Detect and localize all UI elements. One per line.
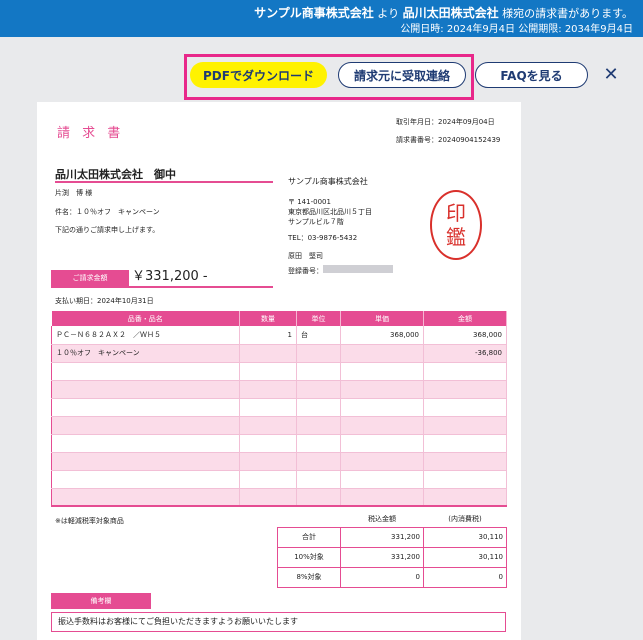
close-icon[interactable]: ✕ (601, 64, 621, 85)
table-row-empty (51, 380, 507, 399)
transaction-date-value: 2024年09月04日 (438, 118, 495, 126)
totals-col2-header: (内消費税) (448, 514, 482, 523)
invoice-number-value: 20240904152439 (438, 136, 501, 144)
table-header-row: 品番・品名 数量 単位 単価 金額 (51, 311, 507, 326)
publish-until: 2034年9月4日 (564, 24, 633, 35)
amount-underline (51, 286, 273, 288)
invoice-document: 請 求 書 取引年月日：2024年09月04日 請求書番号：2024090415… (37, 102, 521, 640)
totals-label: 10%対象 (277, 546, 341, 568)
table-row-empty (51, 488, 507, 507)
col-header-item: 品番・品名 (51, 311, 240, 326)
cell-qty: 1 (239, 326, 297, 345)
totals-col1-header: 税込金額 (368, 514, 396, 523)
col-header-qty: 数量 (239, 311, 297, 326)
recipient-name: 品川太田株式会社 (402, 6, 499, 20)
cell-price (340, 344, 424, 363)
header-message: サンプル商事株式会社 より 品川太田株式会社 様宛の請求書があります。 (254, 4, 633, 21)
totals-tax: 30,110 (423, 546, 507, 568)
totals-label: 8%対象 (277, 566, 341, 588)
subject-label: 件名： (55, 208, 76, 216)
publish-until-label: 公開期限: (518, 24, 562, 35)
totals-tax: 0 (423, 566, 507, 588)
remarks-label: 備考欄 (51, 593, 151, 609)
totals-amount: 0 (340, 566, 424, 588)
sender-name: サンプル商事株式会社 (254, 6, 374, 20)
due-date-value: 2024年10月31日 (97, 297, 154, 305)
transaction-date-label: 取引年月日： (396, 118, 438, 126)
table-row: ＰＣ－Ｎ６８２ＡＸ２ ／ＷＨ５ 1 台 368,000 368,000 (51, 326, 507, 345)
notification-header: サンプル商事株式会社 より 品川太田株式会社 様宛の請求書があります。 公開日時… (0, 0, 643, 37)
issuer-postal: 〒 141-0001 (288, 198, 331, 206)
table-row-empty (51, 434, 507, 453)
cell-amount: 368,000 (423, 326, 507, 345)
amount-value: ￥331,200 - (132, 269, 208, 284)
cell-unit: 台 (296, 326, 341, 345)
issuer-name: サンプル商事株式会社 (288, 177, 368, 186)
cell-qty (239, 344, 297, 363)
client-underline (55, 181, 273, 183)
table-row-empty (51, 398, 507, 417)
col-header-price: 単価 (340, 311, 424, 326)
cell-price: 368,000 (340, 326, 424, 345)
totals-amount: 331,200 (340, 526, 424, 548)
table-row: １０％オフ キャンペーン -36,800 (51, 344, 507, 363)
table-row-empty (51, 470, 507, 489)
due-date-label: 支払い期日： (55, 297, 97, 305)
publish-info: 公開日時: 2024年9月4日 公開期限: 2034年9月4日 (400, 20, 633, 35)
totals-row: 合計 331,200 30,110 (277, 526, 507, 548)
cell-item: ＰＣ－Ｎ６８２ＡＸ２ ／ＷＨ５ (51, 326, 240, 345)
issuer-tel: TEL：03-9876-5432 (288, 234, 358, 242)
amount-label: ご請求金額 (51, 270, 129, 286)
issuer-address1: 東京都品川区北品川５丁目 (288, 208, 372, 216)
invoice-title: 請 求 書 (57, 126, 125, 141)
due-date: 支払い期日：2024年10月31日 (55, 296, 154, 306)
registration-number-redacted (323, 265, 393, 273)
invoice-number: 請求書番号：20240904152439 (396, 135, 500, 145)
publish-date: 2024年9月4日 (446, 24, 516, 35)
subject-value: １０％オフ キャンペーン (76, 208, 160, 216)
totals-row: 10%対象 331,200 30,110 (277, 546, 507, 568)
publish-date-label: 公開日時: (400, 24, 444, 35)
col-header-unit: 単位 (296, 311, 341, 326)
registration-label: 登録番号： (288, 267, 323, 275)
from-word: より (377, 7, 400, 20)
table-row-empty (51, 452, 507, 471)
issuer-person: 原田 堅司 (288, 252, 323, 260)
pdf-download-button[interactable]: PDFでダウンロード (190, 62, 327, 88)
totals-header-spacer (278, 511, 341, 527)
contact-person: 片渕 博 様 (55, 189, 93, 197)
totals-label: 合計 (277, 526, 341, 548)
receipt-contact-button[interactable]: 請求元に受取連絡 (338, 62, 466, 88)
totals-table: 税込金額 (内消費税) 合計 331,200 30,110 10%対象 331,… (277, 511, 507, 588)
faq-button[interactable]: FAQを見る (475, 62, 588, 88)
seal-char-1: 印 (446, 201, 466, 225)
totals-header-row: 税込金額 (内消費税) (278, 511, 507, 527)
remarks-text: 振込手数料はお客様にてご負担いただきますようお願いいたします (51, 612, 506, 632)
cell-amount: -36,800 (423, 344, 507, 363)
company-seal: 印 鑑 (430, 190, 482, 260)
intro-text: 下記の通りご請求申し上げます。 (55, 226, 160, 234)
seal-char-2: 鑑 (446, 225, 466, 249)
col-header-amount: 金額 (423, 311, 507, 326)
reduced-tax-note: ※は軽減税率対象商品 (55, 517, 124, 525)
message-suffix: 様宛の請求書があります。 (502, 7, 633, 20)
table-row-empty (51, 416, 507, 435)
client-name: 品川太田株式会社 御中 (55, 168, 176, 181)
issuer-address2: サンプルビル７階 (288, 218, 344, 226)
cell-unit (296, 344, 341, 363)
totals-row: 8%対象 0 0 (277, 566, 507, 588)
invoice-number-label: 請求書番号： (396, 136, 438, 144)
table-row-empty (51, 362, 507, 381)
transaction-date: 取引年月日：2024年09月04日 (396, 117, 495, 127)
cell-item: １０％オフ キャンペーン (51, 344, 240, 363)
subject: 件名：１０％オフ キャンペーン (55, 207, 160, 217)
totals-amount: 331,200 (340, 546, 424, 568)
totals-tax: 30,110 (423, 526, 507, 548)
line-items-table: 品番・品名 数量 単位 単価 金額 ＰＣ－Ｎ６８２ＡＸ２ ／ＷＨ５ 1 台 36… (51, 311, 507, 507)
